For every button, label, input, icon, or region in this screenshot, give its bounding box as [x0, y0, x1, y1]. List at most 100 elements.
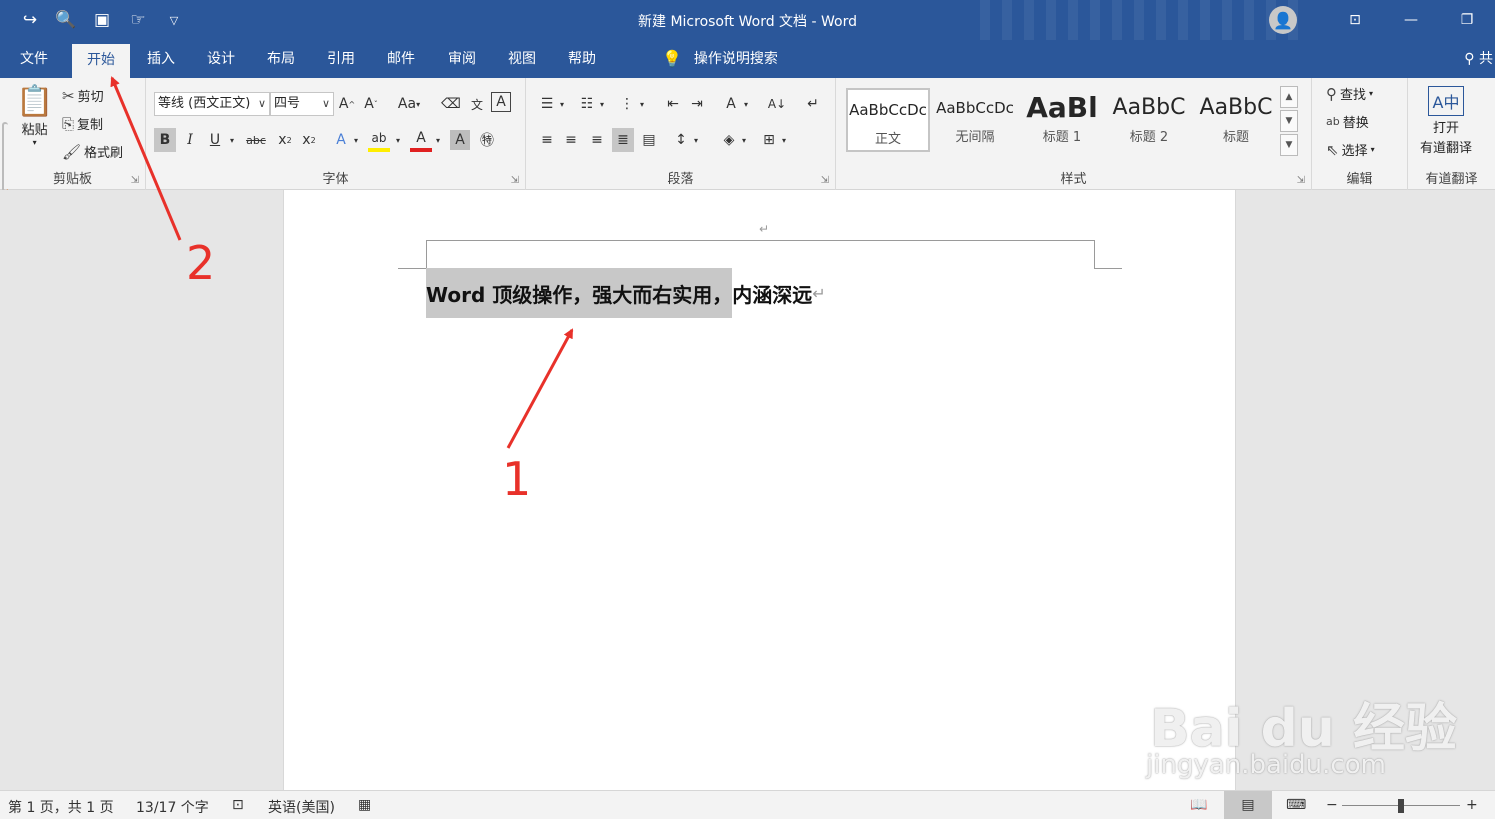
web-layout-icon[interactable]: ⌨ — [1286, 797, 1306, 813]
font-name-combo[interactable]: 等线 (西文正文) ∨ — [154, 92, 270, 116]
document-page[interactable]: ↵ Word 顶级操作，强大而右实用， 内涵深远 ↵ — [283, 190, 1236, 790]
zoom-in-icon[interactable]: + — [1466, 797, 1478, 813]
asian-layout-icon[interactable]: A — [720, 92, 742, 116]
tab-mailings[interactable]: 邮件 — [376, 40, 426, 78]
underline-button[interactable]: U — [204, 128, 226, 152]
style-title[interactable]: AaBbC 标题 — [1194, 88, 1278, 152]
find-button[interactable]: ⚲ 查找 ▾ — [1326, 84, 1373, 104]
dialog-launcher-icon[interactable]: ⇲ — [821, 175, 829, 186]
print-layout-icon[interactable]: ▤ — [1224, 791, 1272, 819]
chevron-down-icon[interactable]: ▾ — [350, 128, 362, 152]
chevron-up-icon[interactable]: ▲ — [1280, 86, 1298, 108]
select-button[interactable]: ⇖ 选择 ▾ — [1326, 140, 1375, 160]
subscript-button[interactable]: x2 — [274, 128, 296, 152]
superscript-button[interactable]: x2 — [298, 128, 320, 152]
document-paragraph[interactable]: Word 顶级操作，强大而右实用， 内涵深远 ↵ — [426, 268, 826, 318]
phonetic-guide-icon[interactable]: 文 — [466, 92, 488, 116]
tab-home[interactable]: 开始 — [72, 44, 130, 78]
line-spacing-icon[interactable]: ↕ — [670, 128, 692, 152]
increase-indent-icon[interactable]: ⇥ — [686, 92, 708, 116]
minimize-icon[interactable]: — — [1383, 0, 1439, 40]
share-button[interactable]: ⚲ 共 — [1464, 40, 1495, 78]
text-effects-icon[interactable]: A — [330, 128, 352, 152]
chevron-down-icon[interactable]: ▾ — [738, 128, 750, 152]
multilevel-list-icon[interactable]: ⋮ — [616, 92, 638, 116]
title-bar: ↪ 🔍 ▣ ☞ ▽ 新建 Microsoft Word 文档 - Word 👤 … — [0, 0, 1495, 78]
styles-gallery-scroll: ▲ ▼ ▼ — [1280, 86, 1298, 158]
chevron-down-icon[interactable]: ▼ — [1280, 110, 1298, 132]
strikethrough-button[interactable]: abc — [242, 128, 270, 152]
tab-layout[interactable]: 布局 — [256, 40, 306, 78]
character-shading-icon[interactable]: A — [450, 130, 470, 150]
font-color-icon[interactable]: A — [410, 128, 432, 152]
dialog-launcher-icon[interactable]: ⇲ — [1297, 175, 1305, 186]
chevron-down-icon[interactable]: ▾ — [596, 92, 608, 116]
more-styles-icon[interactable]: ▼ — [1280, 134, 1298, 156]
document-text[interactable]: 内涵深远 — [732, 268, 812, 318]
page-count[interactable]: 第 1 页，共 1 页 — [8, 797, 114, 817]
read-mode-icon[interactable]: 📖 — [1190, 797, 1207, 813]
proofing-icon[interactable]: ⊡ — [232, 797, 244, 813]
italic-button[interactable]: I — [179, 128, 201, 152]
dialog-launcher-icon[interactable]: ⇲ — [131, 175, 139, 186]
user-avatar[interactable]: 👤 — [1269, 6, 1297, 34]
decrease-indent-icon[interactable]: ⇤ — [662, 92, 684, 116]
character-border-icon[interactable]: A — [491, 92, 511, 112]
dialog-launcher-icon[interactable]: ⇲ — [511, 175, 519, 186]
zoom-slider-thumb[interactable] — [1398, 799, 1404, 813]
align-left-icon[interactable]: ≡ — [536, 128, 558, 152]
chevron-down-icon[interactable]: ▾ — [636, 92, 648, 116]
chevron-down-icon[interactable]: ▾ — [226, 128, 238, 152]
macro-recording-icon[interactable]: ▦ — [358, 797, 371, 813]
show-formatting-marks-icon[interactable]: ↵ — [802, 92, 824, 116]
change-case-button[interactable]: Aa ▾ — [392, 92, 426, 116]
borders-icon[interactable]: ⊞ — [758, 128, 780, 152]
youdao-translate-button[interactable]: A中 打开 有道翻译 — [1420, 86, 1472, 156]
tab-file[interactable]: 文件 — [8, 40, 60, 78]
shrink-font-icon[interactable]: Aˇ — [360, 92, 382, 116]
chevron-down-icon[interactable]: ▾ — [690, 128, 702, 152]
style-heading-1[interactable]: AaBl 标题 1 — [1020, 88, 1104, 152]
style-heading-2[interactable]: AaBbC 标题 2 — [1107, 88, 1191, 152]
selected-text[interactable]: Word 顶级操作，强大而右实用， — [426, 268, 733, 318]
paste-button[interactable]: 📋 粘贴 ▾ — [16, 84, 53, 147]
align-right-icon[interactable]: ≡ — [586, 128, 608, 152]
shading-icon[interactable]: ◈ — [718, 128, 740, 152]
ribbon-display-options-icon[interactable]: ⊡ — [1327, 0, 1383, 40]
tell-me-search[interactable]: 💡 操作说明搜索 — [662, 40, 778, 78]
highlight-color-icon[interactable]: ab — [368, 128, 390, 152]
enclose-characters-icon[interactable]: ㊕ — [476, 128, 498, 152]
tab-help[interactable]: 帮助 — [557, 40, 607, 78]
replace-button[interactable]: ab 替换 — [1326, 112, 1369, 131]
zoom-out-icon[interactable]: − — [1326, 797, 1338, 813]
bullets-icon[interactable]: ☰ — [536, 92, 558, 116]
chevron-down-icon[interactable]: ▾ — [556, 92, 568, 116]
align-center-icon[interactable]: ≡ — [560, 128, 582, 152]
word-count[interactable]: 13/17 个字 — [136, 797, 209, 817]
bold-button[interactable]: B — [154, 128, 176, 152]
tab-view[interactable]: 视图 — [497, 40, 547, 78]
chevron-down-icon[interactable]: ▾ — [740, 92, 752, 116]
chevron-down-icon[interactable]: ▾ — [778, 128, 790, 152]
tab-design[interactable]: 设计 — [196, 40, 246, 78]
numbering-icon[interactable]: ☷ — [576, 92, 598, 116]
justify-icon[interactable]: ≣ — [612, 128, 634, 152]
cut-button[interactable]: ✂ 剪切 — [62, 86, 104, 106]
language-indicator[interactable]: 英语(美国) — [268, 797, 335, 817]
format-painter-button[interactable]: 🖌 格式刷 — [62, 142, 123, 162]
font-size-combo[interactable]: 四号 ∨ — [270, 92, 334, 116]
style-name: 标题 1 — [1042, 130, 1082, 145]
chevron-down-icon[interactable]: ▾ — [392, 128, 404, 152]
style-normal[interactable]: AaBbCcDc 正文 — [846, 88, 930, 152]
clear-formatting-icon[interactable]: ⌫ — [440, 92, 462, 116]
tab-review[interactable]: 审阅 — [437, 40, 487, 78]
tab-references[interactable]: 引用 — [316, 40, 366, 78]
tab-insert[interactable]: 插入 — [136, 40, 186, 78]
restore-icon[interactable]: ❐ — [1439, 0, 1495, 40]
sort-icon[interactable]: A↓ — [766, 92, 788, 116]
copy-button[interactable]: ⎘ 复制 — [62, 114, 103, 134]
distributed-icon[interactable]: ▤ — [638, 128, 660, 152]
grow-font-icon[interactable]: A ^ — [336, 92, 358, 116]
chevron-down-icon[interactable]: ▾ — [432, 128, 444, 152]
style-no-spacing[interactable]: AaBbCcDc 无间隔 — [933, 88, 1017, 152]
